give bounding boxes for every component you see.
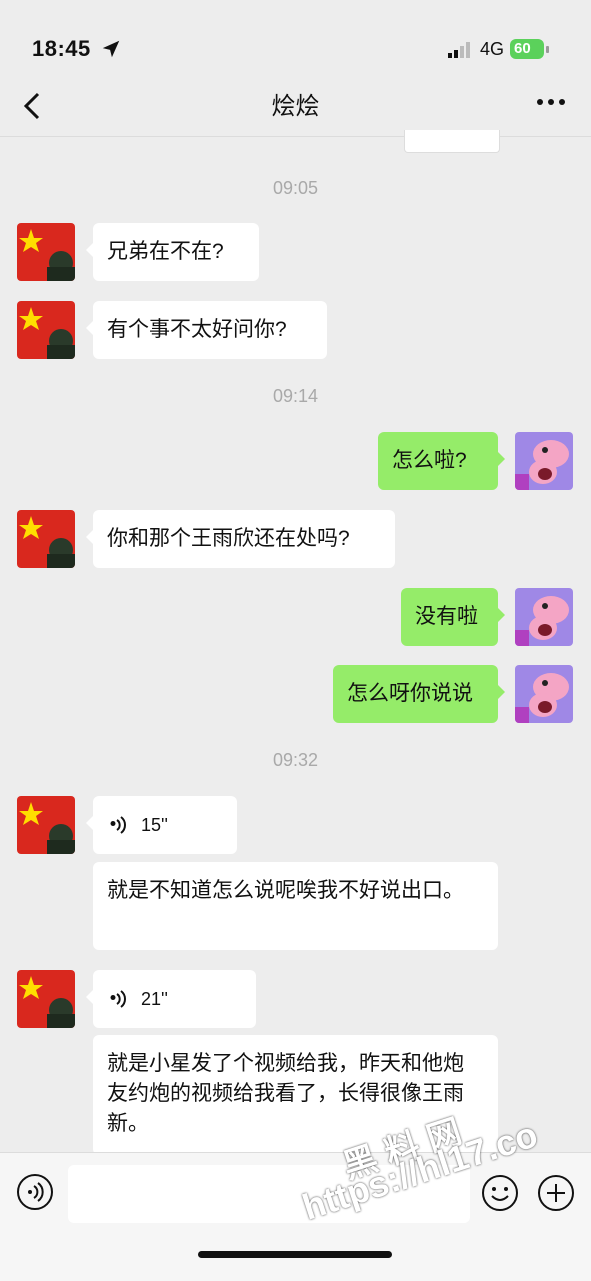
friend-avatar[interactable] <box>17 223 75 281</box>
status-bar: 18:45 4G 60 <box>0 0 591 80</box>
message-text: 兄弟在不在? <box>107 240 224 263</box>
friend-avatar[interactable] <box>17 970 75 1028</box>
timestamp: 09:14 <box>272 386 319 406</box>
location-arrow-icon <box>102 40 120 58</box>
voice-duration: 15'' <box>141 815 168 835</box>
chat-title: 烩烩 <box>271 93 320 120</box>
transcript-text: 就是不知道怎么说呢唉我不好说出口。 <box>107 879 464 902</box>
voice-message[interactable]: 21'' <box>86 970 256 1028</box>
chat-header: 烩烩 <box>0 80 591 137</box>
voice-wave-icon <box>110 990 126 1008</box>
message-bubble[interactable]: 没有啦 <box>401 588 505 646</box>
message-bubble[interactable]: 你和那个王雨欣还在处吗? <box>86 510 395 568</box>
friend-avatar[interactable] <box>17 796 75 854</box>
image-preview-thumbnail[interactable] <box>404 130 500 153</box>
emoji-icon[interactable] <box>480 1173 520 1213</box>
message-text: 怎么呀你说说 <box>347 682 473 705</box>
message-bubble[interactable]: 兄弟在不在? <box>86 223 259 281</box>
voice-wave-icon <box>110 816 126 834</box>
message-text: 你和那个王雨欣还在处吗? <box>107 527 350 550</box>
input-bar <box>0 1152 591 1281</box>
voice-transcript: 就是不知道怎么说呢唉我不好说出口。 <box>93 862 498 950</box>
network-type: 4G <box>480 39 505 59</box>
friend-avatar[interactable] <box>17 301 75 359</box>
message-text: 怎么啦? <box>392 449 467 472</box>
message-bubble[interactable]: 有个事不太好问你? <box>86 301 327 359</box>
message-bubble[interactable]: 怎么啦? <box>378 432 505 490</box>
my-avatar[interactable] <box>515 665 573 723</box>
home-indicator <box>198 1251 392 1258</box>
voice-message[interactable]: 15'' <box>86 796 237 854</box>
friend-avatar[interactable] <box>17 510 75 568</box>
more-options-icon[interactable] <box>536 90 566 120</box>
status-time: 18:45 <box>32 36 91 61</box>
message-text: 没有啦 <box>415 605 478 628</box>
voice-duration: 21'' <box>141 989 168 1009</box>
timestamp: 09:05 <box>272 178 319 198</box>
battery-icon: 60 <box>510 39 550 61</box>
plus-icon[interactable] <box>536 1173 576 1213</box>
my-avatar[interactable] <box>515 588 573 646</box>
voice-input-icon[interactable] <box>16 1173 54 1211</box>
message-bubble[interactable]: 怎么呀你说说 <box>333 665 505 723</box>
my-avatar[interactable] <box>515 432 573 490</box>
battery-level: 60 <box>514 40 531 57</box>
timestamp: 09:32 <box>272 750 319 770</box>
message-text: 有个事不太好问你? <box>107 318 287 341</box>
signal-icon <box>448 42 470 58</box>
